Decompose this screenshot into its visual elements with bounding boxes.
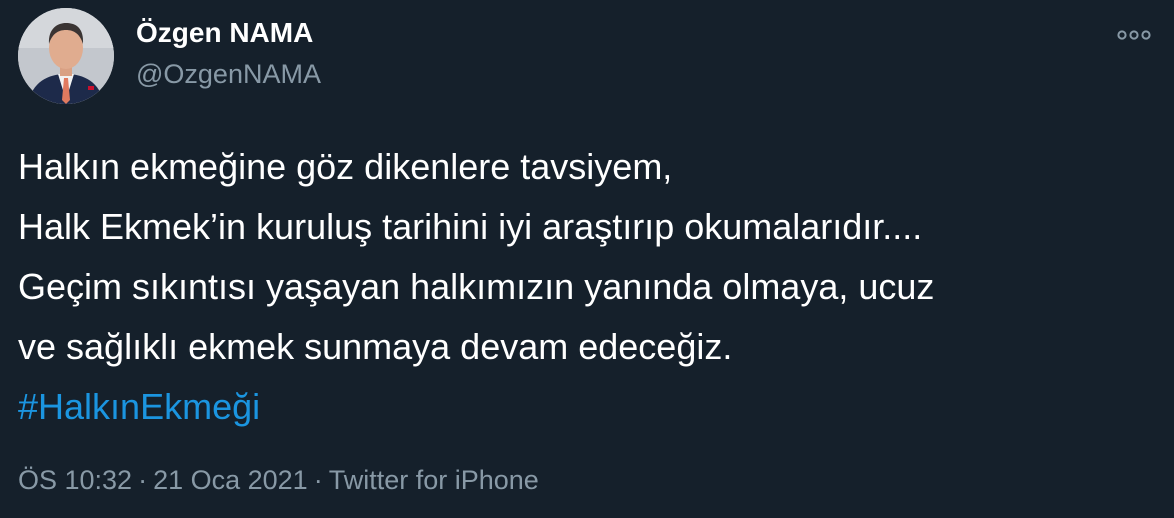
tweet-text-line: Halkın ekmeğine göz dikenlere tavsiyem, xyxy=(18,146,673,187)
more-options-button[interactable] xyxy=(1114,24,1154,46)
separator: · xyxy=(313,465,323,495)
more-horizontal-icon xyxy=(1117,30,1151,40)
tweet-text-line: ve sağlıklı ekmek sunmaya devam edeceğiz… xyxy=(18,326,733,367)
hashtag-link[interactable]: #HalkınEkmeği xyxy=(18,386,260,427)
avatar-image xyxy=(18,8,114,104)
author-handle[interactable]: @OzgenNAMA xyxy=(136,59,321,90)
author-display-name[interactable]: Özgen NAMA xyxy=(136,17,313,49)
tweet-source[interactable]: Twitter for iPhone xyxy=(329,465,539,495)
separator: · xyxy=(138,465,148,495)
tweet-text-line: Halk Ekmek’in kuruluş tarihini iyi araşt… xyxy=(18,206,923,247)
tweet-text-line: Geçim sıkıntısı yaşayan halkımızın yanın… xyxy=(18,266,935,307)
tweet-time[interactable]: ÖS 10:32 xyxy=(18,465,132,495)
tweet-card: Özgen NAMA @OzgenNAMA Halkın ekmeğine gö… xyxy=(0,0,1174,518)
avatar[interactable] xyxy=(18,8,114,104)
tweet-metadata: ÖS 10:32 · 21 Oca 2021 · Twitter for iPhone xyxy=(18,465,539,496)
tweet-text: Halkın ekmeğine göz dikenlere tavsiyem, … xyxy=(18,137,1158,437)
tweet-date[interactable]: 21 Oca 2021 xyxy=(153,465,308,495)
